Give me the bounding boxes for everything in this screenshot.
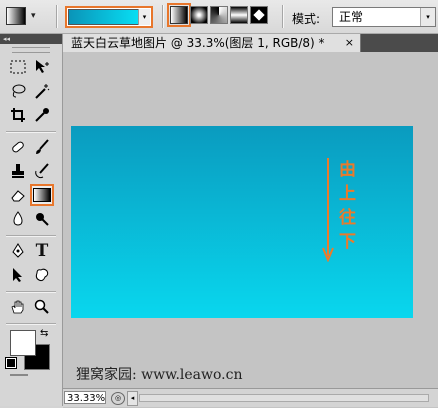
- chevron-down-icon[interactable]: ▾: [138, 9, 150, 25]
- chevron-down-icon: ▾: [31, 11, 36, 21]
- scroll-left-button[interactable]: ◂: [127, 391, 138, 406]
- move-icon[interactable]: [30, 56, 54, 78]
- horizontal-scrollbar[interactable]: [139, 394, 429, 402]
- toolbox: ◂◂ T ⇆: [0, 34, 63, 406]
- blur-icon[interactable]: [6, 208, 30, 230]
- gradient-type-group: [167, 3, 268, 27]
- swap-colors-icon[interactable]: ⇆: [40, 328, 48, 339]
- gradient-swatch-icon: [33, 188, 51, 202]
- crop-icon[interactable]: [6, 104, 30, 126]
- custom-shape-icon[interactable]: [30, 264, 54, 286]
- down-arrow-icon: [322, 158, 334, 262]
- path-select-icon[interactable]: [6, 264, 30, 286]
- clone-stamp-icon[interactable]: [6, 160, 30, 182]
- canvas[interactable]: 由 上 往 下: [71, 126, 413, 318]
- toolbox-collapse[interactable]: ◂◂: [0, 34, 62, 44]
- marquee-icon[interactable]: [6, 56, 30, 78]
- annotation-char: 往: [339, 208, 356, 228]
- color-swatches: ⇆: [0, 328, 62, 370]
- watermark: 狸窝家园: www.leawo.cn: [76, 367, 243, 383]
- options-bar: ▾ ▾ 模式: 正常 ▾: [0, 0, 438, 34]
- magic-wand-icon[interactable]: [30, 80, 54, 102]
- foreground-color[interactable]: [10, 330, 36, 356]
- radial-gradient-button[interactable]: [190, 6, 208, 24]
- divider: [6, 291, 56, 293]
- direction-annotation: 由 上 往 下: [339, 160, 356, 252]
- reflected-gradient-button[interactable]: [230, 6, 248, 24]
- gradient-tool-icon: [6, 7, 26, 25]
- navigator-icon[interactable]: ◎: [111, 392, 125, 405]
- document-tab[interactable]: 蓝天白云草地图片 @ 33.3%(图层 1, RGB/8) * ×: [63, 34, 361, 52]
- annotation-char: 由: [339, 160, 356, 180]
- gradient-picker[interactable]: ▾: [65, 6, 153, 28]
- pen-icon[interactable]: [6, 240, 30, 262]
- divider: [6, 323, 56, 325]
- gradient-swatch[interactable]: [68, 9, 140, 25]
- document-window: 蓝天白云草地图片 @ 33.3%(图层 1, RGB/8) * × 由 上 往 …: [63, 34, 438, 408]
- brush-icon[interactable]: [30, 136, 54, 158]
- healing-brush-icon[interactable]: [6, 136, 30, 158]
- tool-preset-picker[interactable]: ▾: [6, 6, 44, 26]
- annotation-char: 下: [339, 232, 356, 252]
- quick-mask-toggle[interactable]: [0, 374, 62, 376]
- chevron-down-icon[interactable]: ▾: [420, 8, 435, 26]
- status-bar: 33.33% ◎ ◂: [63, 388, 438, 407]
- divider: [6, 235, 56, 237]
- eyedropper-icon[interactable]: [30, 104, 54, 126]
- eraser-icon[interactable]: [6, 184, 30, 206]
- close-icon[interactable]: ×: [345, 34, 354, 52]
- mode-select[interactable]: 正常 ▾: [332, 7, 436, 27]
- history-brush-icon[interactable]: [30, 160, 54, 182]
- angle-gradient-button[interactable]: [210, 6, 228, 24]
- mode-label: 模式:: [292, 12, 321, 26]
- mode-value: 正常: [339, 10, 364, 24]
- document-title: 蓝天白云草地图片 @ 33.3%(图层 1, RGB/8) *: [71, 36, 325, 50]
- divider: [282, 5, 284, 28]
- divider: [56, 5, 58, 28]
- default-colors-icon[interactable]: [5, 357, 17, 369]
- annotation-char: 上: [339, 184, 356, 204]
- divider: [162, 5, 164, 28]
- zoom-icon[interactable]: [30, 296, 54, 318]
- linear-gradient-button[interactable]: [167, 3, 191, 27]
- zoom-field[interactable]: 33.33%: [64, 391, 106, 404]
- type-icon[interactable]: T: [30, 240, 54, 262]
- hand-icon[interactable]: [6, 296, 30, 318]
- dodge-icon[interactable]: [30, 208, 54, 230]
- gradient-icon[interactable]: [30, 184, 54, 206]
- diamond-gradient-button[interactable]: [250, 6, 268, 24]
- divider: [6, 131, 56, 133]
- toolbox-grip[interactable]: [12, 47, 50, 53]
- lasso-icon[interactable]: [6, 80, 30, 102]
- document-tab-bar: 蓝天白云草地图片 @ 33.3%(图层 1, RGB/8) * ×: [63, 34, 438, 52]
